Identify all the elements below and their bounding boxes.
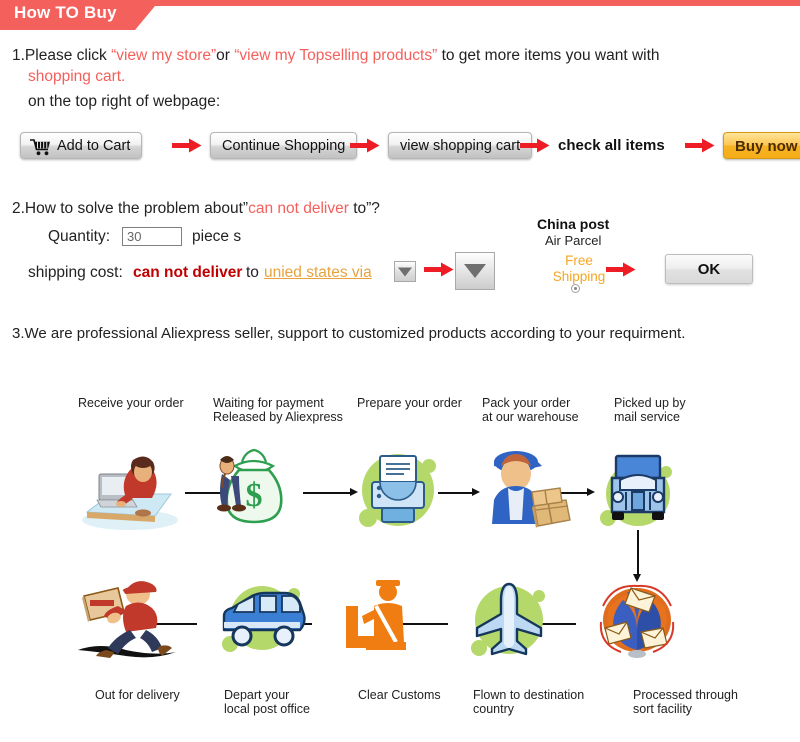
arrow-right-icon-1 <box>172 138 202 153</box>
free-shipping-radio[interactable] <box>571 284 580 293</box>
flow-icon-money-bag: $ <box>215 444 307 536</box>
section1-line1-post: to get more items you want with <box>437 47 660 64</box>
country-dropdown-small[interactable] <box>394 261 416 282</box>
shipping-to-word: to <box>246 264 259 281</box>
arrow-right-icon-4 <box>685 138 715 153</box>
flow-icon-printer <box>350 442 446 538</box>
quantity-label: Quantity: <box>48 228 111 245</box>
buy-now-button[interactable]: Buy now <box>723 132 800 159</box>
carrier-title: China post <box>537 216 610 232</box>
section1-line3: on the top right of webpage: <box>28 93 221 110</box>
view-shopping-cart-label: view shopping cart <box>400 138 521 154</box>
flow-label-out-for-delivery: Out for delivery <box>95 688 180 702</box>
arrow-right-icon-2 <box>350 138 380 153</box>
flow-icon-courier-running <box>70 574 180 666</box>
carrier-subtitle: Air Parcel <box>545 233 602 248</box>
ok-button[interactable]: OK <box>665 254 753 284</box>
section1-line1: 1.Please click “view my store”or “view m… <box>12 47 660 65</box>
flow-icon-mail-pile <box>593 576 681 664</box>
view-topselling-products-link[interactable]: “view my Topselling products” <box>234 47 437 64</box>
free-shipping-label: Free Shipping <box>552 253 606 284</box>
flow-icon-worker-with-boxes <box>474 444 574 536</box>
view-my-store-link[interactable]: “view my store” <box>111 47 216 64</box>
section2-cannot-deliver-highlight: can not deliver <box>248 200 349 217</box>
flow-label-picked-up: Picked up by mail service <box>614 396 686 424</box>
shipping-method-dropdown[interactable] <box>455 252 495 290</box>
add-to-cart-button[interactable]: Add to Cart <box>20 132 143 159</box>
flow-label-flown-destination: Flown to destination country <box>473 688 585 716</box>
flow-icon-customs-officer <box>340 576 412 660</box>
check-all-items-label: check all items <box>558 137 665 154</box>
arrow-right-icon-6 <box>606 262 636 277</box>
quantity-input[interactable] <box>122 227 182 246</box>
shopping-cart-link[interactable]: shopping cart. <box>28 68 125 86</box>
flow-icon-delivery-truck <box>592 442 684 534</box>
quantity-unit-label: piece s <box>192 228 242 245</box>
section2-line1: 2.How to solve the problem about”can not… <box>12 200 380 218</box>
shipping-cannot-deliver-text: can not deliver <box>133 264 243 281</box>
section2-line1-pre: 2.How to solve the problem about” <box>12 200 249 217</box>
section2-line1-post: to”? <box>348 200 380 217</box>
flow-label-clear-customs: Clear Customs <box>358 688 441 702</box>
flow-connector-5 <box>637 530 639 577</box>
view-shopping-cart-button[interactable]: view shopping cart <box>388 132 533 159</box>
chevron-down-icon-small <box>398 267 412 276</box>
flow-icon-airplane <box>463 572 555 664</box>
buy-now-label: Buy now <box>735 138 798 155</box>
arrow-right-icon-5 <box>424 262 454 277</box>
svg-text:$: $ <box>246 477 263 514</box>
flow-connector-2 <box>303 492 350 494</box>
page-title: How TO Buy <box>14 3 117 22</box>
shipping-country-link[interactable]: unied states via <box>264 264 372 282</box>
section3-line1: 3.We are professional Aliexpress seller,… <box>12 325 686 342</box>
chevron-down-icon-big <box>464 264 486 278</box>
continue-shopping-button[interactable]: Continue Shopping <box>210 132 358 159</box>
shipping-cost-label: shipping cost: <box>28 264 123 281</box>
flow-label-pack-order: Pack your order at our warehouse <box>482 396 579 424</box>
flow-label-receive-order: Receive your order <box>78 396 184 410</box>
flow-label-waiting-payment: Waiting for payment Released by Aliexpre… <box>213 396 343 424</box>
flow-icon-delivery-van <box>212 574 312 660</box>
continue-shopping-label: Continue Shopping <box>222 138 346 154</box>
add-to-cart-label: Add to Cart <box>57 138 131 154</box>
section1-line1-pre: 1.Please click <box>12 47 112 64</box>
flow-label-prepare-order: Prepare your order <box>357 396 462 410</box>
shipping-process-flowchart: Receive your order Waiting for payment R… <box>0 378 800 742</box>
shopping-cart-icon <box>29 138 51 156</box>
flow-label-sort-facility: Processed through sort facility <box>633 688 738 716</box>
flow-label-depart-post-office: Depart your local post office <box>224 688 310 716</box>
flow-icon-person-at-computer <box>75 450 185 532</box>
arrow-right-icon-3 <box>520 138 550 153</box>
section1-line1-mid: or <box>216 47 235 64</box>
page-header: How TO Buy <box>0 0 800 30</box>
